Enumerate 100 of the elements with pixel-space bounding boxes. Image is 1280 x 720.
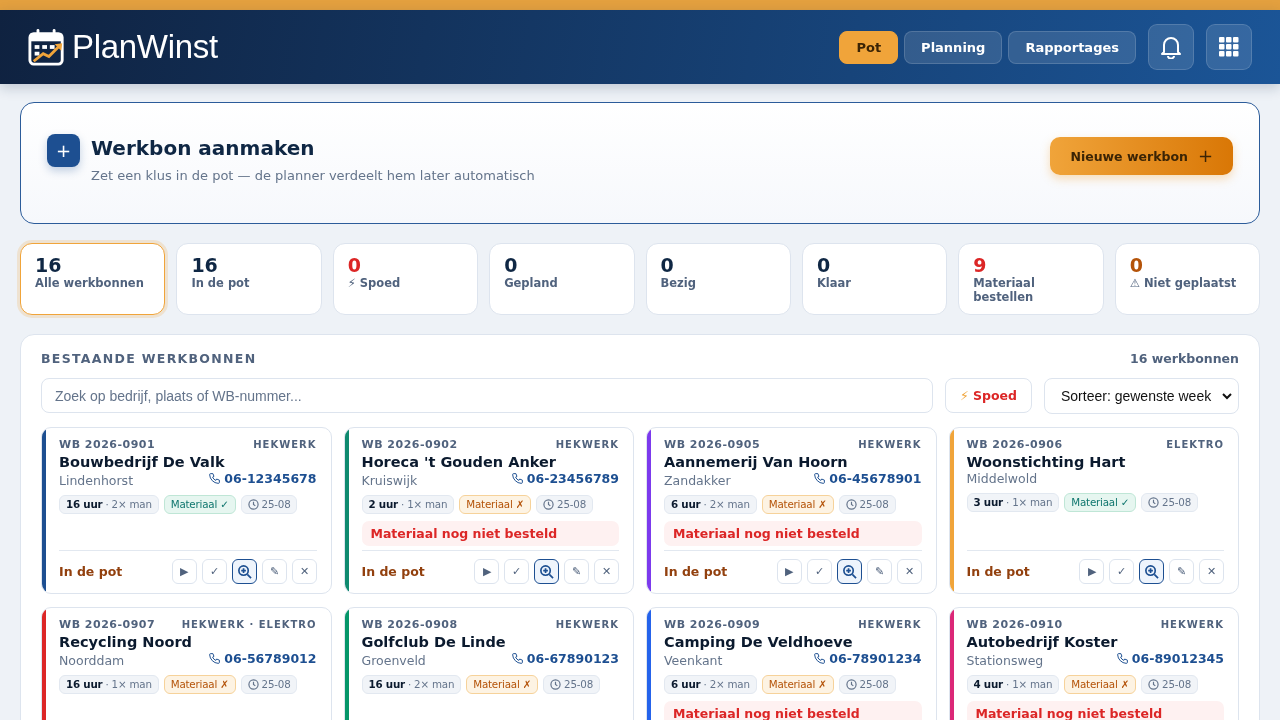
action-button[interactable]: ✓ — [504, 559, 529, 584]
company-name: Autobedrijf Koster — [966, 634, 1119, 651]
sort-dropdown[interactable]: Sorteer: gewenste week — [1044, 378, 1239, 414]
action-button[interactable]: ▶ — [776, 559, 802, 584]
phone-link[interactable]: 06-78901234 — [813, 651, 922, 666]
zoom-in-icon — [1144, 564, 1159, 579]
clock-icon — [1148, 497, 1160, 508]
action-button[interactable]: ✓ — [201, 559, 227, 584]
clock-icon — [247, 679, 259, 690]
action-button[interactable]: ▶ — [1079, 559, 1104, 584]
stat-card[interactable]: 0 Gepland — [489, 243, 635, 315]
stat-card[interactable]: 16 Alle werkbonnen — [20, 243, 166, 315]
action-button[interactable]: ▶ — [171, 559, 197, 584]
company-name: Camping De Veldhoeve — [664, 634, 854, 651]
category-label: HEKWERK — [555, 439, 619, 450]
effort-chip: 16 uur · 2× man — [361, 675, 462, 694]
clock-icon — [1148, 679, 1160, 690]
stat-card[interactable]: 0 ⚡ Spoed — [332, 243, 479, 315]
brand-name: PlanWinst — [72, 28, 218, 66]
action-button[interactable]: ✎ — [564, 559, 589, 584]
material-chip: Materiaal ✗ — [761, 495, 834, 514]
date-chip: 25-08 — [1141, 675, 1199, 694]
order-number: WB 2026-0908 — [361, 618, 458, 631]
urgent-filter-button[interactable]: ⚡ Spoed — [944, 378, 1032, 413]
action-button[interactable]: ✎ — [1169, 559, 1194, 584]
place-name: Stationsweg — [966, 653, 1044, 668]
action-button[interactable]: ✕ — [291, 559, 317, 584]
action-button[interactable]: ✓ — [1109, 559, 1134, 584]
category-label: HEKWERK — [555, 619, 619, 630]
date-chip: 25-08 — [536, 495, 594, 514]
zoom-button[interactable] — [836, 559, 862, 584]
action-button[interactable]: ✎ — [866, 559, 892, 584]
stat-card[interactable]: 0 ⚠ Niet geplaatst — [1114, 243, 1260, 315]
status-label: In de pot — [361, 564, 425, 579]
order-number: WB 2026-0910 — [966, 618, 1063, 631]
order-number: WB 2026-0902 — [361, 438, 458, 451]
place-name: Middelwold — [966, 471, 1038, 486]
date-chip: 25-08 — [838, 495, 896, 514]
company-name: Recycling Noord — [59, 634, 193, 651]
phone-icon — [510, 652, 524, 665]
action-button[interactable]: ✕ — [594, 559, 619, 584]
grid-icon — [1219, 37, 1239, 57]
action-button[interactable]: ✓ — [806, 559, 832, 584]
order-number: WB 2026-0906 — [966, 438, 1063, 451]
warning-message: Materiaal nog niet besteld — [664, 701, 922, 720]
effort-chip: 2 uur · 1× man — [361, 495, 455, 514]
phone-link[interactable]: 06-89012345 — [1115, 651, 1224, 666]
action-button[interactable]: ▶ — [474, 559, 499, 584]
company-name: Golfclub De Linde — [361, 634, 507, 651]
status-label: In de pot — [664, 564, 728, 579]
effort-chip: 6 uur · 2× man — [664, 495, 757, 514]
material-chip: Materiaal ✓ — [163, 495, 236, 514]
phone-link[interactable]: 06-67890123 — [510, 651, 619, 666]
date-chip: 25-08 — [543, 675, 600, 694]
nav-tab[interactable]: Planning — [904, 30, 1003, 64]
phone-icon — [813, 652, 827, 665]
place-name: Groenveld — [361, 653, 426, 668]
phone-link[interactable]: 06-56789012 — [208, 651, 317, 666]
phone-link[interactable]: 06-23456789 — [510, 471, 619, 486]
phone-icon — [1115, 652, 1129, 665]
phone-link[interactable]: 06-12345678 — [208, 471, 317, 486]
place-name: Zandakker — [664, 473, 731, 488]
category-label: HEKWERK — [858, 439, 922, 450]
apps-button[interactable] — [1206, 24, 1252, 70]
new-work-order-button[interactable]: Nieuwe werkbon + — [1050, 137, 1233, 175]
zoom-button[interactable] — [231, 559, 257, 584]
material-chip: Materiaal ✗ — [1064, 675, 1137, 694]
plus-icon: + — [47, 133, 80, 167]
zoom-button[interactable] — [534, 559, 559, 584]
zoom-button[interactable] — [1139, 559, 1164, 584]
stat-card[interactable]: 16 In de pot — [176, 243, 322, 315]
notifications-button[interactable] — [1148, 24, 1194, 70]
phone-link[interactable]: 06-45678901 — [813, 471, 922, 486]
order-number: WB 2026-0901 — [59, 438, 156, 451]
date-chip: 25-08 — [240, 675, 298, 694]
date-chip: 25-08 — [240, 495, 298, 514]
action-button[interactable]: ✕ — [896, 559, 922, 584]
search-field[interactable]: Zoek op bedrijf, plaats of WB-nummer... — [41, 378, 933, 413]
section-title: BESTAANDE WERKBONNEN — [41, 351, 257, 366]
effort-chip: 16 uur · 1× man — [59, 675, 159, 694]
warning-message: Materiaal nog niet besteld — [361, 521, 619, 546]
panel-subtitle: Zet een klus in de pot — de planner verdeelt hem later automatisch — [91, 167, 535, 183]
phone-icon — [208, 652, 222, 665]
category-label: HEKWERK · ELEKTRO — [181, 619, 317, 630]
action-button[interactable]: ✕ — [1199, 559, 1224, 584]
action-button[interactable]: ✎ — [261, 559, 287, 584]
bell-icon — [1160, 35, 1182, 59]
nav-tab[interactable]: Pot — [839, 30, 899, 64]
stat-card[interactable]: 0 Bezig — [645, 243, 791, 315]
date-chip: 25-08 — [1141, 493, 1199, 512]
clock-icon — [845, 679, 857, 690]
stat-card[interactable]: 0 Klaar — [801, 243, 948, 315]
category-label: HEKWERK — [1160, 619, 1224, 630]
stat-card[interactable]: 9 Materiaal bestellen — [958, 243, 1104, 315]
effort-chip: 3 uur · 1× man — [966, 493, 1060, 512]
status-label: In de pot — [59, 564, 123, 579]
phone-icon — [510, 472, 524, 485]
company-name: Aannemerij Van Hoorn — [664, 454, 849, 471]
company-name: Woonstichting Hart — [966, 454, 1127, 471]
nav-tab[interactable]: Rapportages — [1008, 30, 1136, 64]
